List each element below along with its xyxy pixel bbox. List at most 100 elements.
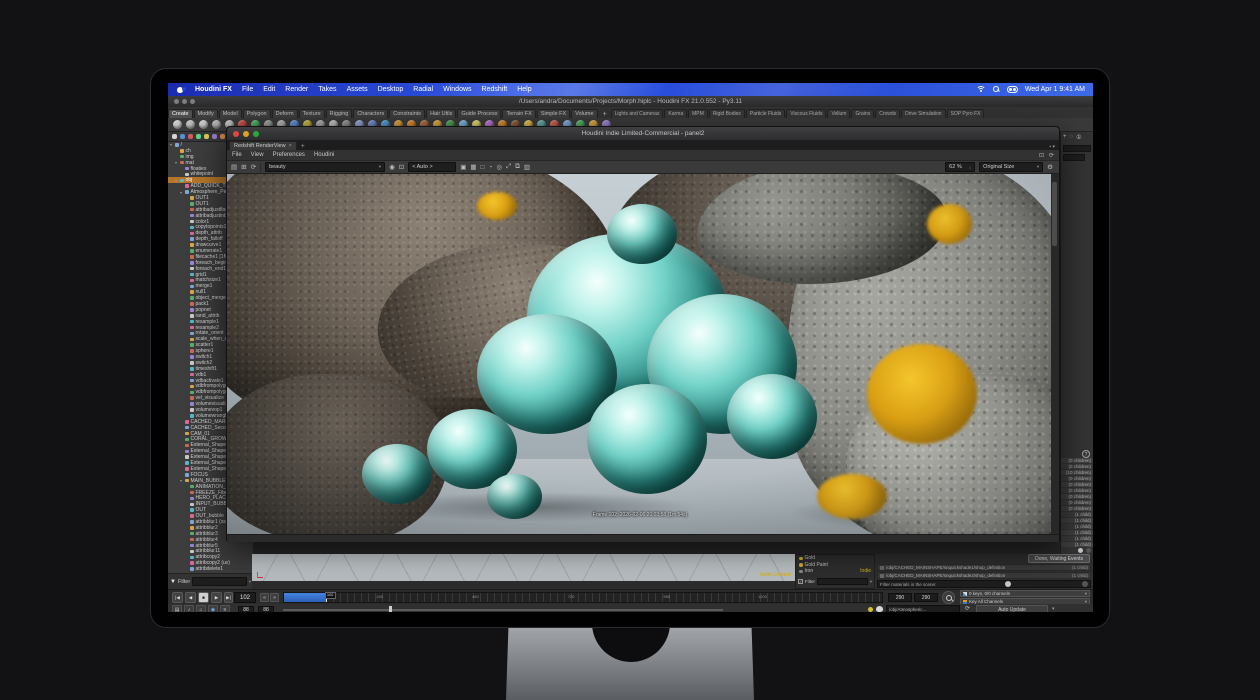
play-button[interactable]: ▶ bbox=[211, 592, 222, 603]
camera-icon[interactable]: ⊡ bbox=[1039, 152, 1044, 159]
jump-to-start-button[interactable]: |◀ bbox=[172, 592, 183, 603]
renderview-menu-view[interactable]: View bbox=[251, 152, 264, 158]
shader-path-row[interactable]: /obj/CACHED_MAINSHAPE/snquickshade2/shop… bbox=[877, 572, 1091, 579]
shelf-tab-viscous-fluids[interactable]: Viscous Fluids bbox=[786, 109, 826, 118]
tree-filter-input[interactable] bbox=[192, 577, 247, 586]
main-window-titlebar[interactable]: /Users/andra/Documents/Projects/Morph.hi… bbox=[168, 96, 1093, 107]
shelf-tab-deform[interactable]: Deform bbox=[272, 109, 298, 118]
shader-path-row[interactable]: /obj/CACHED_MAINSHAPE/snquickshade1/shop… bbox=[877, 564, 1091, 571]
stop-button[interactable]: ■ bbox=[198, 592, 209, 603]
shelf-tab-characters[interactable]: Characters bbox=[353, 109, 388, 118]
chevron-down-icon[interactable]: ▾ bbox=[249, 579, 251, 585]
tree-toolbar-icon[interactable] bbox=[220, 134, 225, 139]
shelf-tab-modify[interactable]: Modify bbox=[194, 109, 218, 118]
panel-icon[interactable]: ▥ bbox=[524, 163, 530, 171]
next-key-button[interactable]: » bbox=[270, 593, 279, 602]
gear-icon[interactable]: ⚙ bbox=[1047, 163, 1053, 171]
menubar-item-radial[interactable]: Radial bbox=[408, 86, 438, 93]
tree-toolbar-icon[interactable] bbox=[204, 134, 209, 139]
shelf-tool-icon[interactable] bbox=[212, 120, 221, 129]
shelf-tab-crowds[interactable]: Crowds bbox=[875, 109, 900, 118]
loop-mode-icon[interactable]: ◉ bbox=[208, 605, 218, 612]
shelf-tab-grains[interactable]: Grains bbox=[851, 109, 874, 118]
chevron-down-icon[interactable]: ▾ bbox=[1052, 606, 1055, 612]
lock-icon[interactable]: ▣ bbox=[460, 163, 466, 171]
flipbook-icon[interactable]: ⌂ bbox=[196, 605, 206, 612]
checkbox-icon[interactable]: ✓ bbox=[798, 579, 803, 584]
render-pass-dropdown[interactable]: beauty▾ bbox=[265, 162, 385, 172]
range-slider-handle[interactable] bbox=[389, 606, 392, 612]
audio-icon[interactable]: ♪ bbox=[184, 605, 194, 612]
tree-toolbar-icon[interactable] bbox=[172, 134, 177, 139]
keys-channels-button[interactable]: 0 keys, 0/0 channels ▾ bbox=[960, 590, 1090, 597]
shelf-tab-particle-fluids[interactable]: Particle Fluids bbox=[746, 109, 785, 118]
realtime-toggle-icon[interactable]: ▤ bbox=[172, 605, 182, 612]
context-path-field[interactable]: /obj/Atmospheric... bbox=[886, 605, 960, 612]
shelf-tab-terrain-fx[interactable]: Terrain FX bbox=[502, 109, 535, 118]
parameter-field[interactable] bbox=[1063, 154, 1085, 161]
shelf-tab-constraints[interactable]: Constraints bbox=[389, 109, 425, 118]
renderview-menu-preferences[interactable]: Preferences bbox=[273, 152, 305, 158]
zoom-level-field[interactable]: 62 %↕ bbox=[945, 162, 975, 172]
renderview-menu-file[interactable]: File bbox=[232, 152, 242, 158]
tree-toolbar-icon[interactable] bbox=[196, 134, 201, 139]
search-icon[interactable]: ◌ bbox=[1070, 134, 1074, 141]
prev-key-button[interactable]: « bbox=[260, 593, 269, 602]
shelf-tab-simple-fx[interactable]: Simple FX bbox=[537, 109, 570, 118]
global-range-start-field[interactable]: 88 bbox=[238, 606, 254, 612]
snapshot-icon[interactable]: ⊞ bbox=[241, 163, 246, 171]
current-frame-field[interactable]: 102 bbox=[234, 592, 256, 603]
step-back-button[interactable]: ◀ bbox=[185, 592, 196, 603]
sphere-dark-icon[interactable] bbox=[1082, 581, 1088, 587]
image-size-dropdown[interactable]: Original Size▾ bbox=[979, 162, 1043, 172]
layers-icon[interactable]: ⧉ bbox=[515, 163, 520, 171]
tab-redshift-renderview[interactable]: Redshift RenderView × bbox=[229, 141, 297, 150]
shelf-tab-karma[interactable]: Karma bbox=[664, 109, 687, 118]
shelf-tab-lights-and-cameras[interactable]: Lights and Cameras bbox=[611, 109, 664, 118]
add-tab-button[interactable]: + bbox=[297, 143, 309, 150]
range-end-field-a[interactable]: 290 bbox=[888, 593, 912, 602]
target-icon[interactable]: ◉ bbox=[389, 163, 395, 171]
shelf-tab-vellum[interactable]: Vellum bbox=[827, 109, 850, 118]
tree-toolbar-icon[interactable] bbox=[180, 134, 185, 139]
add-icon[interactable]: + bbox=[1063, 134, 1067, 141]
timeline-ruler[interactable]: 102 2404807209601200 bbox=[283, 592, 883, 603]
tree-node-attribdelete1[interactable]: attribdelete1 bbox=[168, 566, 253, 572]
shelf-tab-rigid-bodies[interactable]: Rigid Bodies bbox=[709, 109, 745, 118]
menubar-item-assets[interactable]: Assets bbox=[342, 86, 373, 93]
help-icon[interactable]: ? bbox=[1082, 450, 1090, 458]
menubar-item-file[interactable]: File bbox=[237, 86, 258, 93]
menubar-clock[interactable]: Wed Apr 1 9:41 AM bbox=[1025, 86, 1085, 93]
shelf-tab-mpm[interactable]: MPM bbox=[688, 109, 708, 118]
menubar-item-desktop[interactable]: Desktop bbox=[373, 86, 409, 93]
menubar-item-windows[interactable]: Windows bbox=[438, 86, 476, 93]
menubar-item-help[interactable]: Help bbox=[512, 86, 536, 93]
renderview-titlebar[interactable]: Houdini Indie Limited-Commercial - panel… bbox=[227, 127, 1059, 140]
materials-scene-filter-input[interactable]: Filter materials in the scene: bbox=[877, 580, 1091, 588]
menubar-item-render[interactable]: Render bbox=[280, 86, 313, 93]
refresh-icon[interactable]: ⟳ bbox=[1049, 152, 1054, 159]
expand-icon[interactable]: ⤢ bbox=[506, 163, 511, 171]
auto-update-dropdown[interactable]: Auto Update bbox=[976, 605, 1048, 612]
materials-filter-input[interactable] bbox=[817, 578, 868, 585]
chevron-down-icon[interactable]: ▾ bbox=[870, 579, 872, 585]
sphere-icon[interactable] bbox=[1005, 581, 1011, 587]
shelf-tool-icon[interactable] bbox=[186, 120, 195, 129]
shelf-tab-texture[interactable]: Texture bbox=[299, 109, 325, 118]
refresh-icon[interactable]: ⟳ bbox=[965, 605, 970, 612]
renderview-scrollbar[interactable] bbox=[1051, 174, 1059, 534]
apple-menu[interactable] bbox=[176, 86, 184, 94]
shelf-tab-rigging[interactable]: Rigging bbox=[326, 109, 353, 118]
clock-icon[interactable]: ◔ bbox=[488, 164, 492, 171]
range-slider[interactable] bbox=[283, 609, 723, 611]
toggle-icon[interactable] bbox=[1086, 548, 1091, 553]
render-status-button[interactable]: Done, Waiting Events bbox=[1028, 554, 1090, 563]
menubar-item-houdini-fx[interactable]: Houdini FX bbox=[190, 86, 237, 93]
renderview-menu-houdini[interactable]: Houdini bbox=[314, 152, 334, 158]
shelf-tab-guide-process[interactable]: Guide Process bbox=[457, 109, 501, 118]
background-toggle-icon[interactable]: □ bbox=[481, 164, 485, 171]
shelf-tab-volume[interactable]: Volume bbox=[571, 109, 597, 118]
shelf-tab-model[interactable]: Model bbox=[219, 109, 242, 118]
refresh-icon[interactable]: ⟳ bbox=[251, 163, 256, 171]
grid-icon[interactable]: ▦ bbox=[470, 163, 476, 171]
